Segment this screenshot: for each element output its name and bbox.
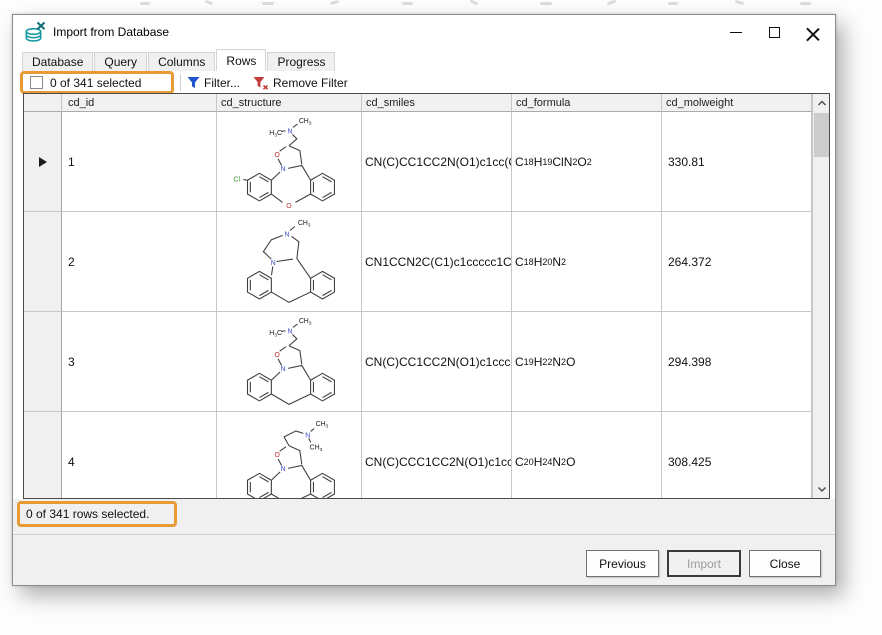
header-row-selector [24,94,62,112]
tab-rows[interactable]: Rows [216,49,266,71]
molecule-structure: N O N CH3 H3C [220,314,358,409]
dialog-button-panel: Previous Import Close [13,534,835,585]
svg-text:N: N [288,128,293,135]
cell-cd-structure: N O N CH3 H3C [217,312,362,412]
molecule-structure: N N CH3 [220,214,358,309]
status-highlight-box: 0 of 341 rows selected. [17,501,177,527]
screenshot-canvas: Import from Database Database Query Colu… [0,0,882,635]
tab-query[interactable]: Query [94,52,147,71]
tab-database[interactable]: Database [22,52,93,71]
select-all-checkbox[interactable] [30,76,43,89]
svg-text:N: N [288,328,293,335]
maximize-icon [769,27,780,38]
svg-text:N: N [281,166,286,173]
results-grid: cd_id cd_structure cd_smiles cd_formula … [23,93,830,499]
select-all-highlight-box: 0 of 341 selected [20,71,174,94]
minimize-button[interactable] [719,17,753,47]
cell-cd-id: 3 [62,312,217,412]
cell-cd-structure: O N O N Cl CH3 H3C [217,112,362,212]
table-row[interactable]: 4 N O N CH3 CH3 [24,412,812,499]
cell-cd-molweight: 330.81 [662,112,812,212]
tab-strip: Database Query Columns Rows Progress [13,49,835,71]
cell-cd-molweight: 264.372 [662,212,812,312]
maximize-button[interactable] [757,17,791,47]
svg-text:O: O [274,352,280,359]
close-icon [806,26,819,39]
remove-filter-button[interactable]: Remove Filter [253,71,348,94]
title-bar[interactable]: Import from Database [13,15,835,49]
column-header-cd-formula[interactable]: cd_formula [512,94,662,112]
svg-text:Cl: Cl [234,177,241,184]
previous-button[interactable]: Previous [586,550,659,577]
svg-text:CH3: CH3 [299,318,312,327]
filter-button[interactable]: Filter... [187,71,240,94]
cell-cd-molweight: 308.425 [662,412,812,499]
svg-text:N: N [305,432,310,439]
cell-cd-id: 1 [62,112,217,212]
cell-cd-smiles: CN1CCN2C(C1)c1ccccc1Cc… [362,212,512,312]
row-selector-cell[interactable] [24,112,62,212]
row-selector-cell[interactable] [24,212,62,312]
row-selector-cell[interactable] [24,412,62,499]
cell-cd-smiles: CN(C)CCC1CC2N(O1)c1cc… [362,412,512,499]
cell-cd-id: 2 [62,212,217,312]
svg-text:N: N [271,260,276,267]
tab-progress[interactable]: Progress [267,52,335,71]
table-row[interactable]: 3 N O N CH3 H3C [24,312,812,412]
cell-cd-id: 4 [62,412,217,499]
svg-text:O: O [274,152,280,159]
svg-text:N: N [281,466,286,473]
svg-text:N: N [281,366,286,373]
filter-funnel-icon [187,76,200,89]
status-bar: 0 of 341 rows selected. [13,499,835,534]
table-row[interactable]: 1 O N O N Cl CH3 [24,112,812,212]
cell-cd-structure: N O N CH3 CH3 [217,412,362,499]
import-from-database-dialog: Import from Database Database Query Colu… [12,14,836,586]
toolbar-separator [180,74,181,91]
column-header-cd-id[interactable]: cd_id [62,94,217,112]
svg-text:CH3: CH3 [299,118,312,127]
svg-text:CH3: CH3 [298,220,311,229]
molecule-structure: N O N CH3 CH3 [220,414,358,499]
select-all-label: 0 of 341 selected [50,76,141,90]
rows-toolbar: 0 of 341 selected Filter... Remove Filte… [13,71,835,94]
close-dialog-button[interactable]: Close [749,550,821,577]
rows-selected-status: 0 of 341 rows selected. [26,507,149,521]
current-row-arrow-icon [39,157,47,167]
svg-text:N: N [285,231,290,238]
minimize-icon [730,32,742,33]
import-button[interactable]: Import [667,550,741,577]
cell-cd-formula: C20H24N2O [512,412,662,499]
window-title: Import from Database [53,25,169,39]
cell-cd-smiles: CN(C)CC1CC2N(O1)c1cccc… [362,312,512,412]
row-selector-cell[interactable] [24,312,62,412]
vertical-scrollbar[interactable] [812,94,829,498]
svg-text:H3C: H3C [269,130,282,139]
molecule-structure: O N O N Cl CH3 H3C [220,114,358,209]
scrollbar-thumb[interactable] [814,113,829,157]
cell-cd-smiles: CN(C)CC1CC2N(O1)c1cc(C… [362,112,512,212]
svg-text:O: O [274,452,280,459]
scroll-down-button[interactable] [813,480,830,497]
column-header-cd-smiles[interactable]: cd_smiles [362,94,512,112]
tab-columns[interactable]: Columns [148,52,215,71]
scroll-up-button[interactable] [813,94,830,111]
cell-cd-molweight: 294.398 [662,312,812,412]
svg-text:CH3: CH3 [316,421,329,430]
svg-text:CH3: CH3 [310,445,323,454]
cell-cd-formula: C18H19ClN2O2 [512,112,662,212]
column-header-cd-molweight[interactable]: cd_molweight [662,94,812,112]
svg-text:O: O [286,203,292,209]
chevron-down-icon [817,485,827,493]
svg-text:H3C: H3C [269,330,282,339]
remove-filter-funnel-icon [253,76,269,90]
column-header-cd-structure[interactable]: cd_structure [217,94,362,112]
chevron-up-icon [817,99,827,107]
close-button[interactable] [795,17,829,47]
table-row[interactable]: 2 N N CH3 CN1CCN2C(C1)c1ccccc1Cc… [24,212,812,312]
cell-cd-structure: N N CH3 [217,212,362,312]
app-database-icon [24,21,46,43]
cell-cd-formula: C18H20N2 [512,212,662,312]
cell-cd-formula: C19H22N2O [512,312,662,412]
